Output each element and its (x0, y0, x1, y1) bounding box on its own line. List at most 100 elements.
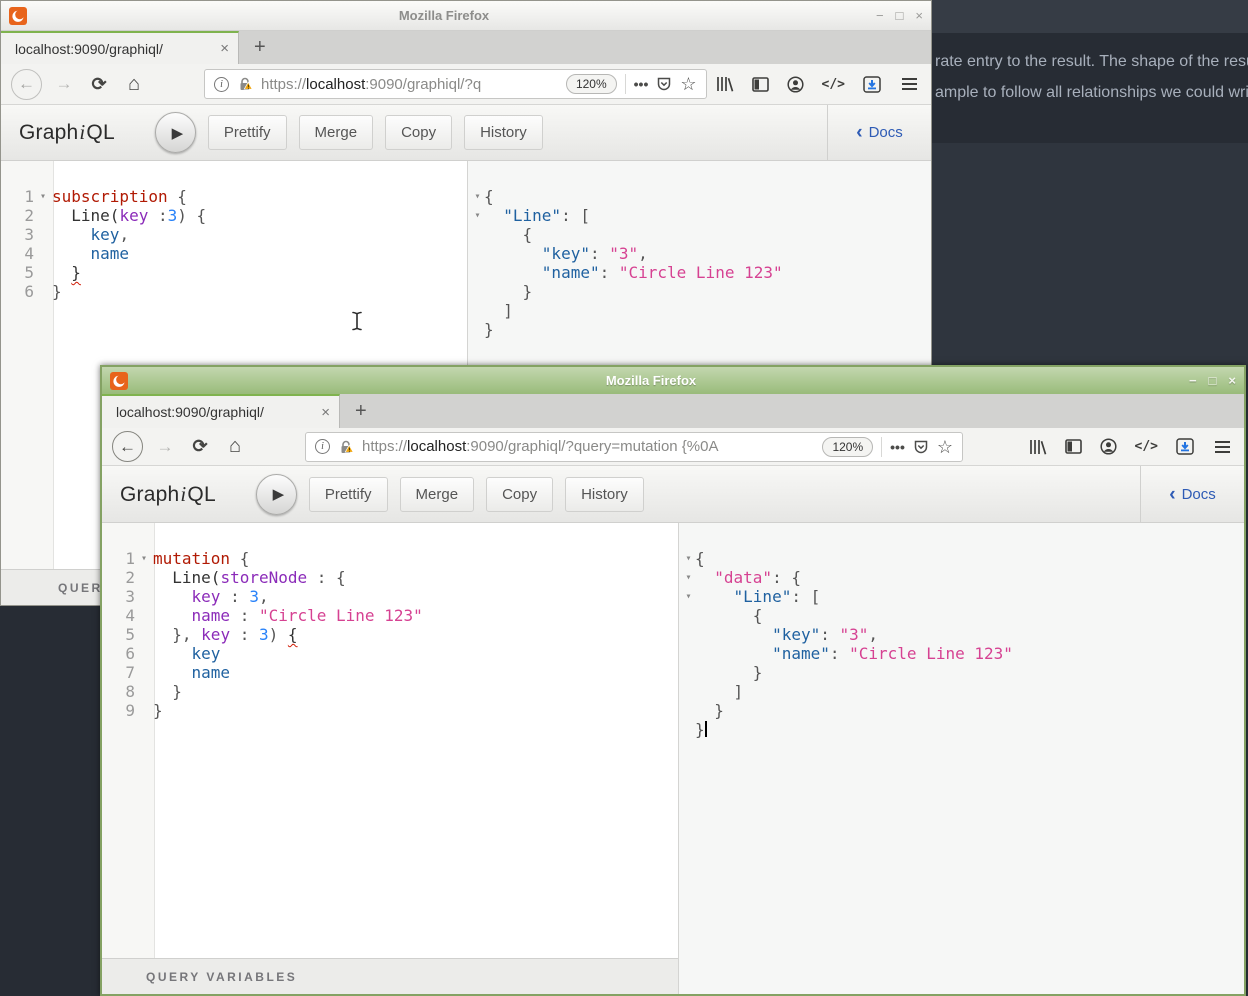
copy-button[interactable]: Copy (486, 477, 553, 512)
url-bar[interactable]: i https://localhost:9090/graphiql/?query… (305, 432, 963, 462)
docs-link[interactable]: ‹Docs (1169, 485, 1216, 504)
forward-button[interactable]: → (51, 71, 77, 97)
fold-arrow-icon[interactable]: ▾ (679, 568, 695, 587)
code-line: ▾{ (679, 549, 1244, 568)
library-icon[interactable] (716, 76, 734, 92)
line-number: 3 (1, 225, 34, 244)
fold-gutter (679, 663, 695, 682)
code-token: } (695, 663, 762, 682)
insecure-lock-icon[interactable] (237, 76, 253, 92)
download-icon[interactable] (863, 76, 881, 93)
code-token: } (484, 282, 532, 301)
code-token: "name" (772, 644, 830, 663)
minimize-button[interactable]: − (876, 9, 884, 22)
tab-close-icon[interactable]: × (212, 40, 229, 57)
account-icon[interactable] (1100, 438, 1117, 455)
code-token (484, 244, 542, 263)
fold-gutter (679, 625, 695, 644)
url-text: https://localhost:9090/graphiql/?q (261, 76, 558, 93)
query-editor[interactable]: 1▾mutation {2 Line(storeNode : {3 key : … (102, 523, 678, 958)
graphiql-logo: GraphiQL (120, 482, 216, 507)
query-variables-toggle[interactable]: QUERY VARIABLES (102, 958, 678, 994)
minimize-button[interactable]: − (1189, 374, 1197, 387)
fold-arrow-icon[interactable]: ▾ (679, 587, 695, 606)
execute-query-button[interactable]: ▶ (155, 112, 196, 153)
bookmark-star-icon[interactable]: ☆ (680, 75, 696, 93)
background-text-line: ample to follow all relationships we cou… (935, 77, 1248, 108)
fold-arrow-icon[interactable]: ▾ (135, 549, 153, 568)
tab-label: localhost:9090/graphiql/ (15, 41, 212, 57)
sidebar-icon[interactable] (1065, 439, 1082, 454)
code-line: 4 name (1, 244, 467, 263)
prettify-button[interactable]: Prettify (208, 115, 287, 150)
close-button[interactable]: × (915, 9, 923, 22)
toolbar-icon-group: </> (1029, 438, 1194, 455)
code-token: } (71, 263, 81, 282)
fold-arrow-icon[interactable]: ▾ (468, 187, 484, 206)
history-button[interactable]: History (565, 477, 644, 512)
code-icon[interactable]: </> (822, 77, 845, 92)
history-button[interactable]: History (464, 115, 543, 150)
zoom-level-badge[interactable]: 120% (566, 74, 617, 94)
code-line: ▾ "Line": [ (679, 587, 1244, 606)
forward-button[interactable]: → (152, 434, 178, 460)
bookmark-star-icon[interactable]: ☆ (937, 438, 953, 456)
code-token: { (168, 187, 187, 206)
code-token (695, 625, 772, 644)
back-button[interactable]: ← (11, 69, 42, 100)
code-line: 4 name : "Circle Line 123" (102, 606, 678, 625)
code-token (52, 225, 91, 244)
maximize-button[interactable]: □ (896, 9, 904, 22)
page-actions-icon[interactable]: ••• (890, 439, 905, 455)
url-bar[interactable]: i https://localhost:9090/graphiql/?q 120… (204, 69, 707, 99)
code-token: , (638, 244, 648, 263)
page-info-icon[interactable]: i (214, 77, 229, 92)
maximize-button[interactable]: □ (1209, 374, 1217, 387)
code-token: : (230, 625, 259, 644)
menu-icon[interactable] (1203, 441, 1234, 453)
home-button[interactable]: ⌂ (222, 434, 248, 460)
home-button[interactable]: ⌂ (121, 71, 147, 97)
browser-tab[interactable]: localhost:9090/graphiql/ × (1, 31, 239, 64)
browser-tab[interactable]: localhost:9090/graphiql/ × (102, 394, 340, 428)
fold-arrow-icon[interactable]: ▾ (468, 206, 484, 225)
code-token: "name" (542, 263, 600, 282)
code-token: "Circle Line 123" (259, 606, 423, 625)
tab-close-icon[interactable]: × (313, 404, 330, 421)
line-number: 4 (102, 606, 135, 625)
copy-button[interactable]: Copy (385, 115, 452, 150)
insecure-lock-icon[interactable] (338, 439, 354, 455)
fold-arrow-icon[interactable]: ▾ (34, 187, 52, 206)
execute-query-button[interactable]: ▶ (256, 474, 297, 515)
merge-button[interactable]: Merge (299, 115, 374, 150)
menu-icon[interactable] (890, 78, 921, 90)
code-line: 9} (102, 701, 678, 720)
reload-button[interactable]: ⟳ (86, 71, 112, 97)
pocket-shield-icon[interactable] (913, 439, 929, 455)
pocket-shield-icon[interactable] (656, 76, 672, 92)
graphiql-toolbar: GraphiQL ▶ Prettify Merge Copy History ‹… (102, 466, 1244, 523)
docs-link[interactable]: ‹Docs (856, 123, 903, 142)
code-icon[interactable]: </> (1135, 439, 1158, 454)
new-tab-button[interactable]: + (340, 394, 382, 428)
prettify-button[interactable]: Prettify (309, 477, 388, 512)
page-actions-icon[interactable]: ••• (634, 76, 649, 92)
merge-button[interactable]: Merge (400, 477, 475, 512)
reload-button[interactable]: ⟳ (187, 434, 213, 460)
library-icon[interactable] (1029, 439, 1047, 455)
code-token: : (600, 263, 619, 282)
download-icon[interactable] (1176, 438, 1194, 455)
background-text-line: rate entry to the result. The shape of t… (935, 46, 1248, 77)
code-token: , (119, 225, 129, 244)
editor-column: 1▾mutation {2 Line(storeNode : {3 key : … (102, 523, 679, 994)
zoom-level-badge[interactable]: 120% (822, 437, 873, 457)
account-icon[interactable] (787, 76, 804, 93)
window-controls: − □ × (857, 9, 923, 22)
page-info-icon[interactable]: i (315, 439, 330, 454)
new-tab-button[interactable]: + (239, 31, 281, 64)
fold-arrow-icon[interactable]: ▾ (679, 549, 695, 568)
sidebar-icon[interactable] (752, 77, 769, 92)
close-button[interactable]: × (1228, 374, 1236, 387)
back-button[interactable]: ← (112, 431, 143, 462)
window-titlebar: Mozilla Firefox − □ × (1, 1, 931, 31)
